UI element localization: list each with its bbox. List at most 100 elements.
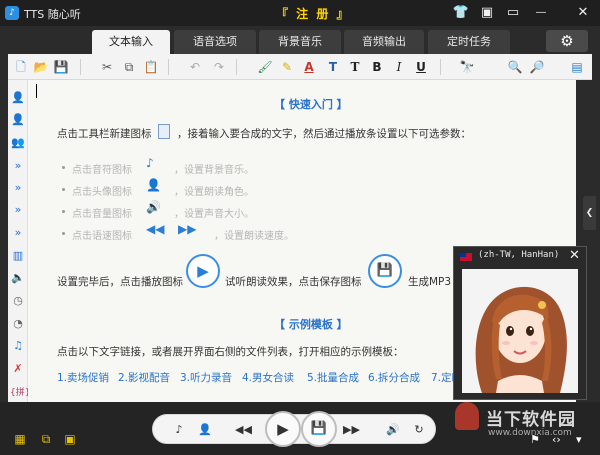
voice-role-person-icon[interactable]: 👤 [197,422,213,438]
batch-folder-icon[interactable]: ▣ [62,432,78,446]
fast-forward-icon: ▶▶ [178,222,197,236]
font-face-icon[interactable]: T [346,58,364,76]
register-button[interactable]: 『 注 册 』 [276,5,351,22]
after-setup-text-part1: 设置完毕后，点击播放图标 [57,276,183,288]
bullet [62,166,65,169]
slow-down-rewind-icon[interactable]: ◀◀ [235,422,252,438]
background-music-icon[interactable]: ♪ [171,422,187,438]
open-folder-icon[interactable]: 📂 [32,58,50,76]
after-setup-text-part3: 生成MP3 [408,276,452,288]
left-tool-column: 👤 👤 👥 » » » » ▥ 🔈 ◷ ◔ ♫ ✗ {拼} [8,80,30,402]
code-tags-icon[interactable]: ‹› [552,433,561,446]
speed-slow-icon[interactable]: » [10,202,26,218]
zoom-out-icon[interactable]: 🔎 [528,58,546,76]
bullet [62,232,65,235]
template-link-duet[interactable]: 4.男女合读 [242,370,294,385]
taiwan-flag-icon [460,253,472,261]
flag-marker-icon[interactable]: ⚑ [530,433,540,446]
redo-icon[interactable]: ↷ [210,58,228,76]
save-audio-button[interactable]: 💾 [301,411,337,447]
template-link-dubbing[interactable]: 2.影视配音 [118,370,170,385]
template-link-split[interactable]: 6.拆分合成 [368,370,420,385]
music-note-icon: ♪ [146,156,154,170]
bullet [62,188,65,191]
tab-audio-output[interactable]: 音频输出 [344,30,424,54]
new-document-icon [158,124,170,139]
skin-shirt-icon[interactable]: 👕 [452,4,470,22]
after-setup-text-part2: 试听朗读效果，点击保存图标 [225,276,362,288]
rewind-icon: ◀◀ [146,222,165,236]
file-list-icon[interactable]: ▤ [568,58,586,76]
pause-clock-icon[interactable]: ◷ [10,293,26,309]
copy-icon[interactable]: ⧉ [120,58,138,76]
tab-scheduled-tasks[interactable]: 定时任务 [428,30,510,54]
font-color-icon[interactable]: A [300,58,318,76]
intro-text-part1: 点击工具栏新建图标 [57,128,152,140]
intro-text-part2: ，接着输入要合成的文字，然后通过播放条设置以下可选参数： [177,128,471,140]
toolbar-divider [168,59,169,75]
cut-icon[interactable]: ✂ [98,58,116,76]
fill-color-icon[interactable]: 🖌 [256,58,274,76]
volume-speaker-icon[interactable]: 🔊 [385,422,401,438]
zoom-in-icon[interactable]: 🔍 [506,58,524,76]
voice-role-panel: (zh-TW, HanHan) ✕ [453,246,587,400]
export-list-icon[interactable]: ▦ [12,432,28,446]
watermark-site-name: 当下软件园 [486,410,576,430]
avatar-person-icon: 👤 [146,178,161,192]
quick-start-heading: 【 快速入门 】 [274,98,348,111]
find-binoculars-icon[interactable]: 🔭 [458,58,476,76]
font-size-icon[interactable]: T [324,58,342,76]
underline-button[interactable]: U [412,58,430,76]
title-bar: ♪ TTS 随心听 『 注 册 』 👕 ▣ ▭ ― ✕ [0,0,600,26]
save-disk-icon[interactable]: 💾 [52,58,70,76]
clear-format-icon[interactable]: ✗ [10,361,26,377]
option-volume-label: 点击音量图标 [72,209,132,220]
speaker-role-alt-icon[interactable]: 👤 [10,112,26,128]
pitch-bars-icon[interactable]: ▥ [10,248,26,264]
playback-bar: ♪ 👤 ◀◀ ▶ 💾 ▶▶ 🔊 ↻ [152,411,436,447]
restore-icon[interactable]: ▣ [478,4,496,22]
toolbar-divider [236,59,237,75]
close-icon[interactable]: ✕ [574,4,592,22]
speaker-role-multi-icon[interactable]: 👥 [10,135,26,151]
pinyin-icon[interactable]: {拼} [10,385,30,401]
delay-clock-icon[interactable]: ◔ [10,316,26,332]
tab-text-input[interactable]: 文本输入 [92,30,170,54]
italic-button[interactable]: I [390,58,408,76]
music-note-icon[interactable]: ♫ [10,338,26,354]
expand-file-list-chevron-icon[interactable]: ❮ [583,196,596,230]
speed-up-forward-icon[interactable]: ▶▶ [343,422,360,438]
new-file-icon[interactable]: 🗋 [12,58,30,76]
play-demo-icon: ▶ [186,254,220,288]
template-link-batch[interactable]: 5.批量合成 [307,370,359,385]
play-button[interactable]: ▶ [265,411,301,447]
repeat-loop-icon[interactable]: ↻ [411,422,427,438]
highlight-icon[interactable]: ✎ [278,58,296,76]
copy-files-icon[interactable]: ⧉ [38,432,54,446]
toggle-panel-icon[interactable]: ▾ [576,433,582,446]
bullet [62,210,65,213]
option-music-suffix: ，设置背景音乐。 [174,165,254,176]
volume-icon[interactable]: 🔈 [10,270,26,286]
tab-voice-options[interactable]: 语音选项 [174,30,256,54]
undo-icon[interactable]: ↶ [186,58,204,76]
speed-slower-icon[interactable]: » [10,225,26,241]
watermark-logo-icon [455,402,479,430]
paste-icon[interactable]: 📋 [142,58,160,76]
template-link-listening[interactable]: 3.听力录音 [180,370,232,385]
template-link-promo[interactable]: 1.卖场促销 [57,370,109,385]
bold-button[interactable]: B [368,58,386,76]
settings-gear-icon[interactable]: ⚙ [546,30,588,52]
close-icon[interactable]: ✕ [569,248,580,263]
tab-background-music[interactable]: 背景音乐 [259,30,341,54]
toolbar-divider [440,59,441,75]
speed-faster-icon[interactable]: » [10,180,26,196]
speed-fast-icon[interactable]: » [10,158,26,174]
mini-mode-icon[interactable]: ― [532,4,550,22]
speaker-role-icon[interactable]: 👤 [10,90,26,106]
option-speed-suffix: ，设置朗读速度。 [214,231,294,242]
option-speed-label: 点击语速图标 [72,231,132,242]
minimize-icon[interactable]: ▭ [504,4,522,22]
app-logo-icon: ♪ [5,6,19,20]
template-description: 点击以下文字链接，或者展开界面右侧的文件列表，打开相应的示例模板： [57,346,404,358]
